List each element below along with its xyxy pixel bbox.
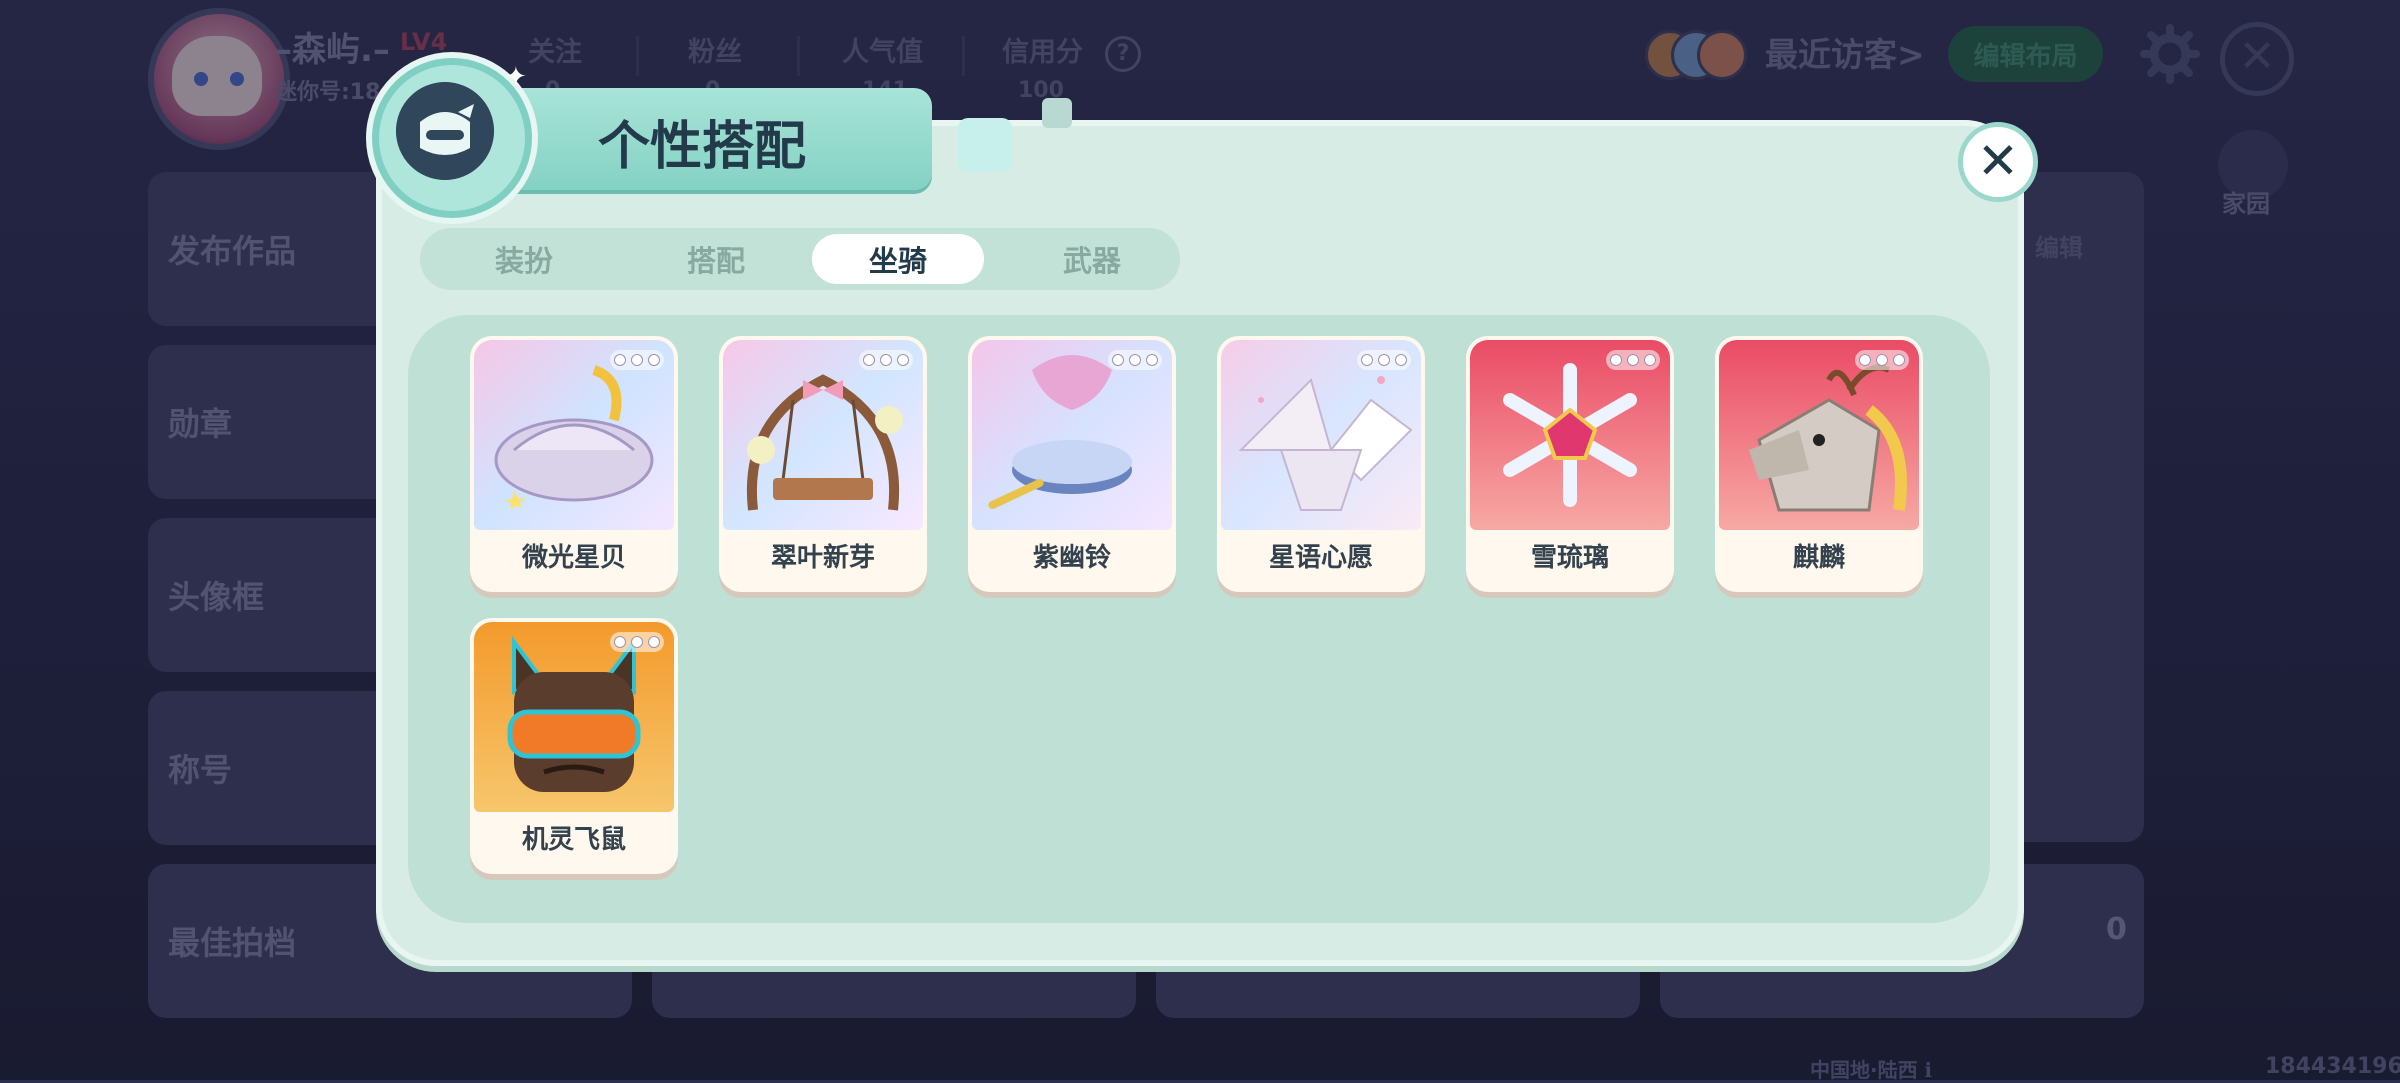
- more-options-icon[interactable]: [610, 350, 664, 370]
- tab-mount[interactable]: 坐骑: [812, 234, 984, 284]
- mount-card[interactable]: 雪琉璃: [1466, 336, 1674, 592]
- more-options-icon[interactable]: [610, 632, 664, 652]
- more-options-icon[interactable]: [1357, 350, 1411, 370]
- more-options-icon[interactable]: [1606, 350, 1660, 370]
- mount-name: 微光星贝: [521, 543, 626, 573]
- mount-card[interactable]: 微光星贝: [470, 336, 678, 592]
- sparkle-icon: ✦: [505, 62, 527, 92]
- tab-weapon[interactable]: 武器: [1006, 234, 1178, 284]
- tab-bar: 装扮 搭配 坐骑 武器: [420, 228, 1180, 290]
- tab-outfit[interactable]: 搭配: [630, 234, 802, 284]
- more-options-icon[interactable]: [859, 350, 913, 370]
- mount-name: 机灵飞鼠: [521, 825, 626, 855]
- mount-card[interactable]: 麒麟: [1715, 336, 1923, 592]
- mount-card[interactable]: 紫幽铃: [968, 336, 1176, 592]
- mount-card[interactable]: 翠叶新芽: [719, 336, 927, 592]
- mount-name: 星语心愿: [1268, 543, 1373, 573]
- close-button[interactable]: ✕: [1958, 122, 2038, 202]
- ninja-mask-icon: [396, 82, 494, 180]
- more-options-icon[interactable]: [1108, 350, 1162, 370]
- tab-costume[interactable]: 装扮: [438, 234, 610, 284]
- mount-name: 麒麟: [1792, 543, 1845, 573]
- mount-card[interactable]: 机灵飞鼠: [470, 618, 678, 874]
- mount-card[interactable]: 星语心愿: [1217, 336, 1425, 592]
- mount-name: 紫幽铃: [1032, 543, 1111, 573]
- more-options-icon[interactable]: [1855, 350, 1909, 370]
- decoration: [1042, 98, 1072, 128]
- decoration: [958, 118, 1012, 172]
- mount-name: 翠叶新芽: [770, 543, 875, 573]
- modal-title: 个性搭配: [598, 117, 807, 177]
- mount-name: 雪琉璃: [1530, 543, 1609, 573]
